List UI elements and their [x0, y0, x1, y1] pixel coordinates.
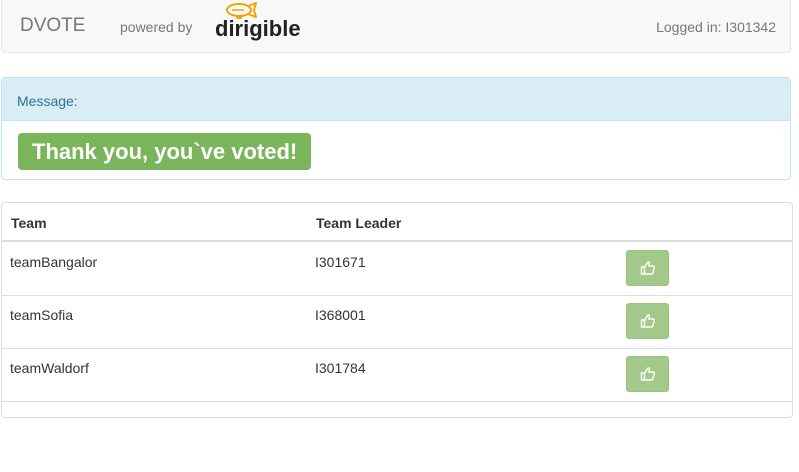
logged-in-user: Logged in: I301342: [656, 19, 776, 35]
vote-success-label: Thank you, you`ve voted!: [18, 133, 312, 170]
teams-table: Team Team Leader teamBangalor I301671 te…: [1, 202, 793, 418]
team-leader-cell: I301784: [315, 360, 366, 376]
column-header-team-leader: Team Leader: [316, 215, 402, 231]
logo-text: dirigible: [215, 16, 301, 41]
column-header-team: Team: [11, 215, 47, 231]
table-row: teamBangalor I301671: [2, 242, 792, 296]
team-cell: teamWaldorf: [10, 360, 89, 376]
table-row: teamWaldorf I301784: [2, 348, 792, 402]
thumbs-up-icon: [640, 314, 655, 328]
navbar: DVOTE powered by dirigible Logged in: I3…: [1, 0, 791, 53]
team-cell: teamSofia: [10, 307, 74, 323]
team-leader-cell: I368001: [315, 307, 366, 323]
message-heading-label: Message:: [17, 93, 78, 109]
vote-button[interactable]: [626, 356, 669, 392]
thumbs-up-icon: [640, 261, 655, 275]
brand-link[interactable]: DVOTE: [20, 15, 85, 37]
message-panel-heading: Message:: [2, 78, 790, 121]
team-leader-cell: I301671: [315, 254, 366, 270]
dirigible-logo[interactable]: dirigible: [215, 2, 305, 46]
powered-by-text: powered by: [120, 19, 193, 35]
vote-button[interactable]: [626, 303, 669, 339]
message-panel: Message: Thank you, you`ve voted!: [1, 77, 791, 180]
table-row: teamSofia I368001: [2, 295, 792, 349]
vote-button[interactable]: [626, 250, 669, 286]
thumbs-up-icon: [640, 367, 655, 381]
team-cell: teamBangalor: [10, 254, 98, 270]
